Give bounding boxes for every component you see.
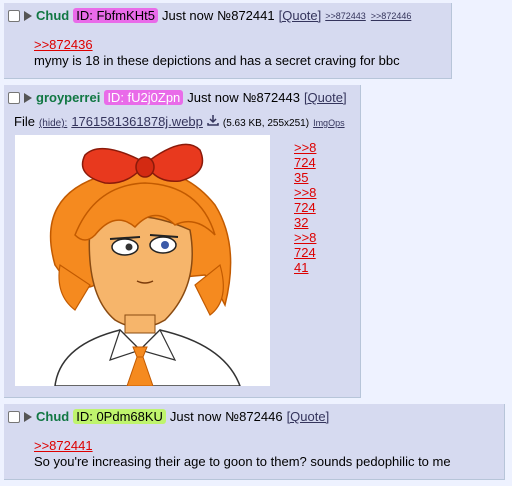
post-872441: Chud ID: FbfmKHt5 Just now №872441 [Quot… (4, 3, 452, 79)
file-label: File (14, 114, 35, 129)
backlink[interactable]: >>872443 (325, 11, 366, 21)
quote-link[interactable]: >>872441 (34, 438, 451, 453)
quote-link[interactable]: >>8 (294, 140, 316, 155)
file-info: File (hide): 1761581361878j.webp (5.63 K… (14, 114, 345, 129)
post-time: Just now (161, 8, 214, 23)
quote-button[interactable]: [Quote] (287, 409, 330, 424)
post-message: >>872441 So you're increasing their age … (34, 438, 451, 469)
select-checkbox[interactable] (8, 410, 20, 423)
post-header: Chud ID: FbfmKHt5 Just now №872441 [Quot… (8, 8, 416, 23)
quote-link[interactable]: 724 (294, 245, 316, 260)
file-name-link[interactable]: 1761581361878j.webp (71, 114, 203, 129)
post-message: >>872436 mymy is 18 in these depictions … (34, 37, 400, 68)
poster-id[interactable]: ID: FbfmKHt5 (73, 8, 158, 23)
post-menu-icon[interactable] (24, 92, 32, 103)
quote-button[interactable]: [Quote] (304, 90, 347, 105)
hide-file-link[interactable]: (hide): (39, 118, 67, 129)
file-size: (5.63 KB, 255x251) (222, 118, 310, 129)
post-header: Chud ID: 0Pdm68KU Just now №872446 [Quot… (8, 409, 333, 424)
quote-link[interactable]: 724 (294, 200, 316, 215)
post-time: Just now (169, 409, 222, 424)
quote-link[interactable]: 41 (294, 260, 316, 275)
poster-name: groyperrei (36, 90, 101, 105)
post-header: groyperrei ID: fU2j0Zpn Just now №872443… (8, 90, 351, 105)
quote-link[interactable]: 724 (294, 155, 316, 170)
quote-link[interactable]: 35 (294, 170, 316, 185)
post-number[interactable]: №872446 (225, 409, 282, 424)
post-number[interactable]: №872441 (217, 8, 274, 23)
select-checkbox[interactable] (8, 9, 20, 22)
poster-id[interactable]: ID: 0Pdm68KU (73, 409, 166, 424)
quote-link[interactable]: 32 (294, 215, 316, 230)
quote-links-list: >>8 724 35 >>8 724 32 >>8 724 41 (294, 140, 316, 275)
post-menu-icon[interactable] (24, 411, 32, 422)
post-text: mymy is 18 in these depictions and has a… (34, 53, 400, 68)
post-thumbnail[interactable] (15, 135, 270, 387)
post-menu-icon[interactable] (24, 10, 32, 21)
backlink[interactable]: >>872446 (371, 11, 412, 21)
imgops-link[interactable]: ImgOps (313, 118, 345, 128)
download-icon[interactable] (207, 115, 219, 129)
post-time: Just now (187, 90, 239, 105)
post-872446: Chud ID: 0Pdm68KU Just now №872446 [Quot… (4, 404, 505, 480)
poster-id[interactable]: ID: fU2j0Zpn (104, 90, 184, 105)
post-text: So you're increasing their age to goon t… (34, 454, 451, 469)
post-number[interactable]: №872443 (243, 90, 300, 105)
post-872443: groyperrei ID: fU2j0Zpn Just now №872443… (4, 85, 361, 398)
select-checkbox[interactable] (8, 91, 20, 104)
poster-name: Chud (36, 8, 70, 23)
quote-link[interactable]: >>872436 (34, 37, 400, 52)
quote-link[interactable]: >>8 (294, 185, 316, 200)
quote-button[interactable]: [Quote] (279, 8, 322, 23)
poster-name: Chud (36, 409, 70, 424)
quote-link[interactable]: >>8 (294, 230, 316, 245)
